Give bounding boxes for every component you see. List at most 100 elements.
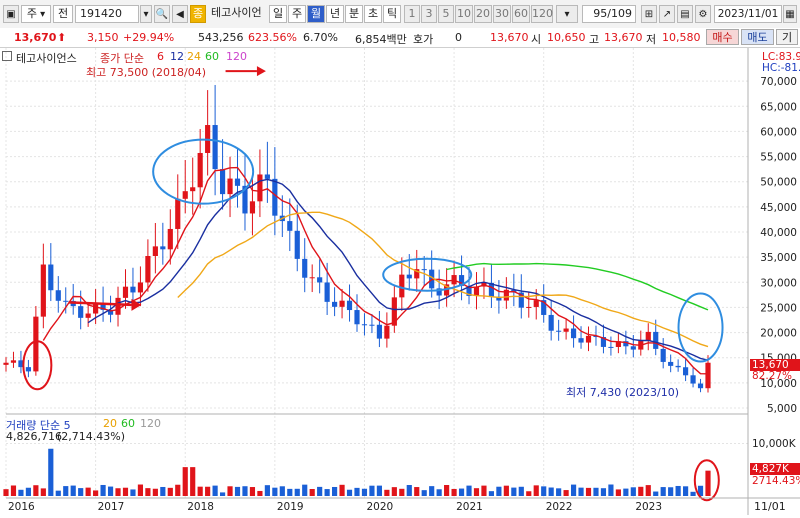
- candle-body: [376, 324, 382, 339]
- ma-6-label: 6: [157, 50, 164, 63]
- number-tab-3[interactable]: 3: [421, 5, 437, 23]
- low-price: 10,580: [662, 31, 701, 44]
- candle-body: [406, 274, 412, 279]
- volume-bar: [361, 488, 368, 496]
- volume-bar: [332, 486, 338, 496]
- chart-menu-icon[interactable]: ▣: [3, 5, 19, 23]
- tab-tick[interactable]: 틱: [383, 5, 401, 23]
- tab-month[interactable]: 월: [307, 5, 325, 23]
- y-tick-label: 60,000: [760, 126, 797, 138]
- candle-body: [384, 325, 390, 339]
- search-icon[interactable]: 🔍: [154, 5, 170, 23]
- volume-bar: [40, 488, 46, 496]
- candle-body: [115, 297, 121, 315]
- chevron-down-icon[interactable]: ▾: [140, 5, 152, 23]
- tab-second[interactable]: 초: [364, 5, 382, 23]
- volume-bar: [436, 489, 442, 496]
- sell-button[interactable]: 매도: [741, 29, 774, 45]
- candle-body: [257, 174, 263, 202]
- x-tick-label: 2017: [98, 501, 125, 513]
- number-tab-60[interactable]: 60: [512, 5, 530, 23]
- tab-minute[interactable]: 분: [345, 5, 363, 23]
- volume-bar: [93, 490, 99, 496]
- ma-60-label: 60: [205, 50, 219, 63]
- volume-bar: [541, 486, 547, 496]
- number-tab-20[interactable]: 20: [474, 5, 492, 23]
- volume-bar: [585, 487, 592, 496]
- volume-bar: [264, 485, 270, 496]
- candle-body: [361, 324, 368, 326]
- volume-bar: [421, 490, 427, 496]
- candle-body: [227, 178, 233, 195]
- tab-year[interactable]: 년: [326, 5, 344, 23]
- price-change-pct: +29.94%: [123, 31, 175, 44]
- candle-body: [653, 331, 659, 349]
- volume-bar: [175, 484, 181, 496]
- calendar-icon[interactable]: ▦: [783, 5, 797, 23]
- dropdown-icon[interactable]: ▾: [556, 5, 578, 23]
- period-button[interactable]: 전: [53, 5, 73, 23]
- candle-body: [332, 301, 338, 307]
- candle-body: [369, 324, 375, 326]
- volume-bar: [182, 467, 188, 496]
- volume-bar: [10, 485, 17, 496]
- tab-day[interactable]: 일: [269, 5, 287, 23]
- candle-body: [675, 365, 681, 368]
- number-tab-120[interactable]: 120: [531, 5, 553, 23]
- x-tick-label: 2016: [8, 501, 35, 513]
- number-tab-10[interactable]: 10: [455, 5, 473, 23]
- candle-body: [526, 306, 532, 308]
- candle-body: [570, 328, 577, 339]
- candle-body: [85, 313, 91, 318]
- volume-bar: [518, 486, 524, 496]
- volume-bar: [287, 488, 293, 496]
- volume-bar: [556, 488, 562, 496]
- save-icon[interactable]: ▤: [677, 5, 693, 23]
- candle-body: [705, 362, 711, 389]
- volume-bar: [122, 487, 129, 496]
- buy-button[interactable]: 매수: [706, 29, 739, 45]
- chart-line-icon[interactable]: ↗: [659, 5, 675, 23]
- date-field[interactable]: 2023/11/01: [714, 5, 782, 23]
- candle-body: [697, 383, 704, 389]
- chart-settings-icon[interactable]: [2, 51, 12, 61]
- candle-body: [585, 335, 592, 343]
- tab-week[interactable]: 주: [288, 5, 306, 23]
- menu-select[interactable]: 주 ▾: [21, 5, 51, 23]
- hoga-value: 0: [455, 31, 462, 44]
- candle-body: [55, 290, 61, 301]
- volume-bar: [406, 485, 412, 496]
- candle-body: [548, 314, 554, 331]
- y-tick-label: 5,000: [767, 403, 797, 415]
- y-tick-label: 25,000: [760, 302, 797, 314]
- volume-bar: [167, 487, 173, 496]
- volume-bar: [488, 491, 495, 496]
- grid-icon[interactable]: ⊞: [641, 5, 657, 23]
- volume-bar: [653, 491, 659, 496]
- stock-code-input[interactable]: 191420: [75, 5, 139, 23]
- price-chart[interactable]: 70,00065,00060,00055,00050,00045,00040,0…: [0, 48, 800, 515]
- candle-body: [190, 187, 196, 192]
- extra-button[interactable]: 기: [776, 29, 798, 45]
- speaker-icon[interactable]: ◀: [172, 5, 188, 23]
- volume-bar: [309, 488, 315, 496]
- ma-12-label: 12: [170, 50, 184, 63]
- candle-body: [578, 338, 584, 343]
- open-price: 10,650: [547, 31, 586, 44]
- count-field[interactable]: 95/109: [582, 5, 636, 23]
- volume-bar: [354, 487, 360, 496]
- candle-body: [137, 282, 144, 293]
- candle-body: [122, 286, 129, 298]
- candle-body: [556, 330, 562, 332]
- candle-body: [346, 300, 353, 311]
- gear-icon[interactable]: ⚙: [695, 5, 711, 23]
- candle-body: [294, 230, 300, 259]
- volume-bar: [137, 484, 144, 496]
- candle-body: [212, 125, 218, 170]
- open-label: 시: [531, 33, 542, 46]
- volume-bar: [608, 484, 614, 496]
- number-tab-5[interactable]: 5: [438, 5, 454, 23]
- volume-bar: [115, 488, 121, 496]
- number-tab-30[interactable]: 30: [493, 5, 511, 23]
- number-tab-1[interactable]: 1: [404, 5, 420, 23]
